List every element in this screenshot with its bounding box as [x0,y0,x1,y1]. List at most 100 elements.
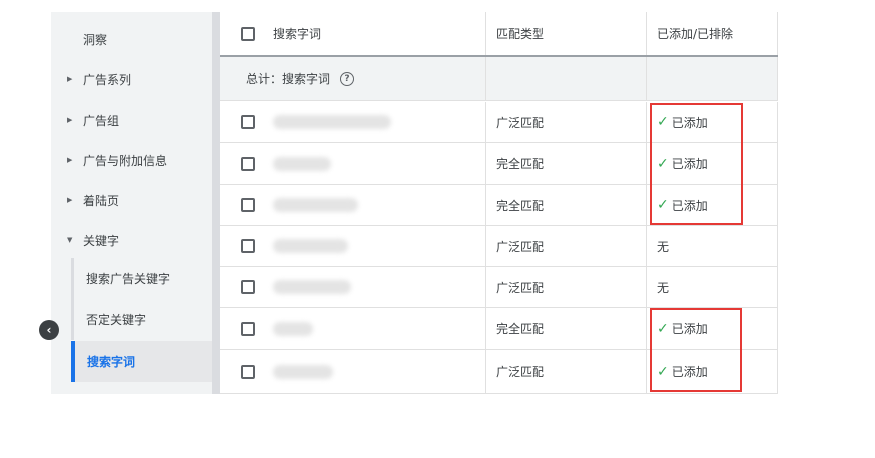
help-icon[interactable]: ? [340,71,355,86]
match-type-cell: 广泛匹配 [486,102,647,142]
match-type: 广泛匹配 [496,280,545,295]
status-cell: ✓ 已添加 [647,143,778,184]
match-type: 广泛匹配 [496,239,545,254]
status-cell: 无 [647,226,778,266]
collapse-sidebar-button[interactable]: ‹ [39,320,59,340]
table-header-row: 搜索字词 匹配类型 已添加/已排除 [220,12,778,57]
table-row: 广泛匹配 无 [220,267,778,308]
total-cell: 总计：搜索字词 ? [220,57,486,100]
sidebar-item-label: 广告与附加信息 [83,153,168,168]
header-cell-search-term: 搜索字词 [220,12,486,55]
select-all-checkbox[interactable] [241,26,255,41]
table-row: 完全匹配 ✓ 已添加 [220,143,778,185]
row-checkbox[interactable] [241,115,255,129]
header-cell-match-type: 匹配类型 [486,12,647,55]
redacted-search-term[interactable] [273,321,313,336]
match-type-cell: 完全匹配 [486,308,647,349]
search-term-cell [220,143,486,184]
redacted-search-term[interactable] [273,364,333,379]
match-type: 广泛匹配 [496,115,545,130]
status-cell: ✓ 已添加 [647,308,778,349]
match-type-cell: 广泛匹配 [486,267,647,307]
sidebar-item-campaigns[interactable]: ▶ 广告系列 [51,59,212,99]
search-term-cell [220,267,486,307]
sidebar-item-label: 广告系列 [83,72,132,87]
match-type-cell: 广泛匹配 [486,226,647,266]
status-text: 无 [657,239,670,254]
caret-right-icon: ▶ [67,116,73,124]
match-type-cell: 广泛匹配 [486,350,647,393]
total-cell-status [647,57,778,100]
sidebar-nav: 洞察 ▶ 广告系列 ▶ 广告组 ▶ 广告与附加信息 ▶ 着陆页 ▼ 关键字 搜索… [51,12,212,394]
check-icon: ✓ [657,155,669,172]
sidebar-item-keywords[interactable]: ▼ 关键字 [51,220,212,260]
sidebar-item-ads-extensions[interactable]: ▶ 广告与附加信息 [51,140,212,180]
check-icon: ✓ [657,197,669,213]
table-row: 广泛匹配 ✓ 已添加 [220,350,778,394]
header-added-excluded[interactable]: 已添加/已排除 [657,25,733,42]
redacted-search-term[interactable] [273,280,351,294]
sidebar-subitem-label: 搜索字词 [87,355,136,369]
sidebar-item-landing-pages[interactable]: ▶ 着陆页 [51,180,212,220]
caret-right-icon: ▶ [67,196,73,204]
redacted-search-term[interactable] [273,115,391,129]
row-checkbox[interactable] [241,364,255,379]
status-text: 已添加 [671,157,708,171]
status-cell: ✓ 已添加 [647,350,778,393]
header-search-term[interactable]: 搜索字词 [273,25,321,42]
sidebar-divider[interactable] [212,12,220,394]
redacted-search-term[interactable] [273,239,348,253]
status-cell: ✓ 已添加 [647,102,778,142]
match-type: 广泛匹配 [496,365,545,379]
sidebar-item-insights[interactable]: 洞察 [51,19,212,59]
caret-right-icon: ▶ [67,156,73,164]
chevron-left-icon: ‹ [46,323,52,337]
match-type: 完全匹配 [496,157,545,171]
sidebar-item-ad-groups[interactable]: ▶ 广告组 [51,100,212,140]
table-row: 完全匹配 ✓ 已添加 [220,308,778,350]
check-icon: ✓ [657,320,669,337]
table-total-row: 总计：搜索字词 ? [220,57,778,101]
sidebar-subitem-search-keywords[interactable]: 搜索广告关键字 [71,258,212,299]
total-cell-match-type [486,57,647,100]
sidebar-item-label: 着陆页 [83,193,120,208]
check-icon: ✓ [657,363,669,380]
sidebar-subitem-search-terms[interactable]: 搜索字词 [71,341,212,382]
redacted-search-term[interactable] [273,156,331,171]
sidebar-item-label: 关键字 [83,233,120,248]
status-text: 已添加 [671,198,708,213]
caret-down-icon: ▼ [67,236,73,244]
check-icon: ✓ [657,114,669,130]
search-term-cell [220,102,486,142]
page: 洞察 ▶ 广告系列 ▶ 广告组 ▶ 广告与附加信息 ▶ 着陆页 ▼ 关键字 搜索… [0,0,875,458]
header-match-type[interactable]: 匹配类型 [496,25,544,42]
sidebar-subitem-negative-keywords[interactable]: 否定关键字 [71,299,212,340]
table-row: 广泛匹配 无 [220,226,778,267]
table-row: 广泛匹配 ✓ 已添加 [220,102,778,143]
search-terms-table: 搜索字词 匹配类型 已添加/已排除 总计：搜索字词 ? 广泛匹配 ✓ 已添加 完… [220,12,778,394]
status-cell: ✓ 已添加 [647,185,778,225]
search-term-cell [220,185,486,225]
header-cell-added-excluded: 已添加/已排除 [647,12,778,55]
match-type: 完全匹配 [496,322,545,336]
row-checkbox[interactable] [241,321,255,336]
sidebar-item-label: 广告组 [83,113,120,128]
row-checkbox[interactable] [241,156,255,171]
search-term-cell [220,350,486,393]
sidebar-subitem-label: 否定关键字 [86,313,147,327]
caret-right-icon: ▶ [67,75,73,83]
table-row: 完全匹配 ✓ 已添加 [220,185,778,226]
row-checkbox[interactable] [241,239,255,253]
status-text: 已添加 [671,365,708,379]
match-type: 完全匹配 [496,198,545,213]
row-checkbox[interactable] [241,280,255,294]
status-text: 已添加 [671,322,708,336]
search-term-cell [220,226,486,266]
match-type-cell: 完全匹配 [486,185,647,225]
total-label: 总计：搜索字词 [246,72,331,86]
search-term-cell [220,308,486,349]
match-type-cell: 完全匹配 [486,143,647,184]
redacted-search-term[interactable] [273,198,358,212]
status-text: 已添加 [671,115,708,130]
row-checkbox[interactable] [241,198,255,212]
